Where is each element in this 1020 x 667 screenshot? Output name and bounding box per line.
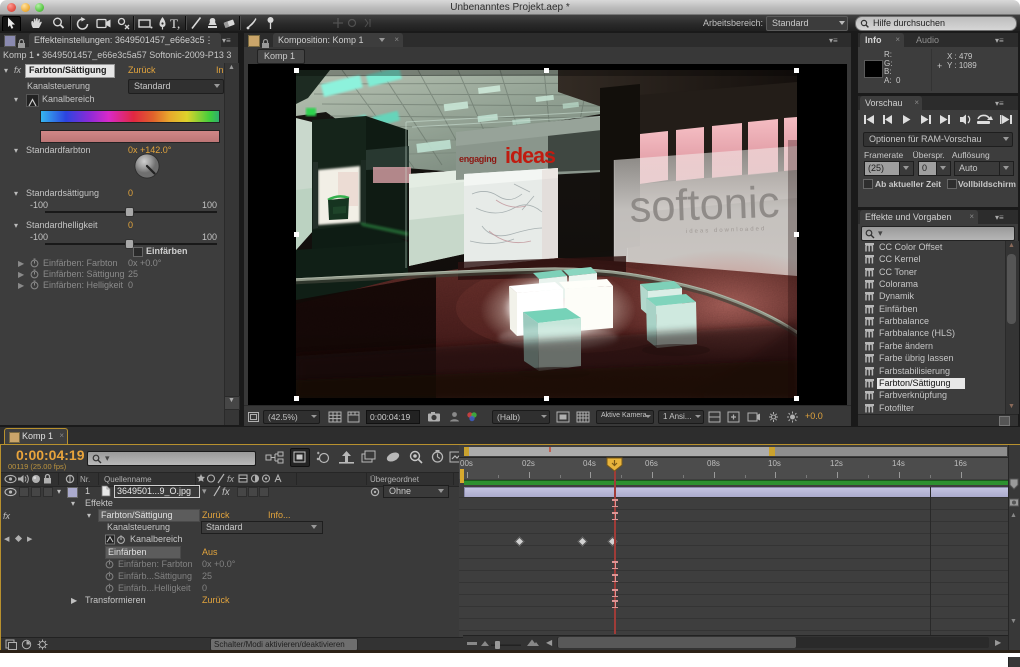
svg-text:softonic: softonic	[629, 178, 781, 232]
svg-text:ideas: ideas	[505, 143, 556, 168]
svg-text:fx: fx	[222, 487, 231, 497]
svg-text:fx: fx	[227, 474, 235, 484]
svg-text:engaging: engaging	[459, 154, 497, 164]
